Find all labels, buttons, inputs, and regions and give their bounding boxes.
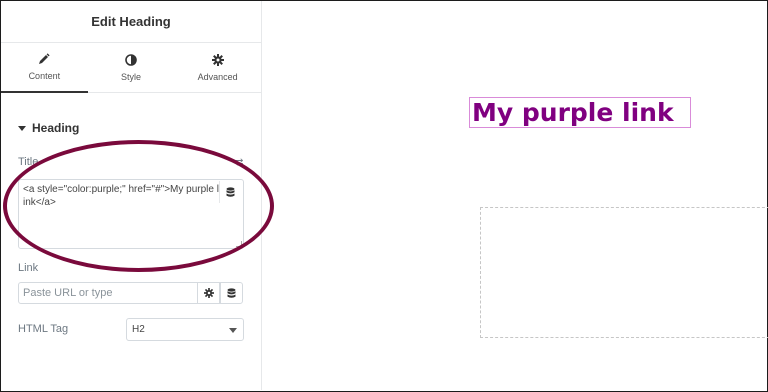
panel-title: Edit Heading [91,14,171,29]
html-tag-label: HTML Tag [18,323,69,335]
gear-icon [203,288,214,298]
empty-drop-zone[interactable] [480,207,768,338]
title-textarea[interactable]: <a style="color:purple;" href="#">My pur… [18,179,244,249]
tab-content-label: Content [28,71,61,81]
gear-icon [211,54,224,66]
panel-tabs: Content Style Advanced [1,43,261,93]
dynamic-data-button[interactable] [219,181,240,203]
url-input[interactable]: Paste URL or type [18,282,198,304]
title-textarea-value: <a style="color:purple;" href="#">My pur… [23,184,219,208]
html-tag-value: H2 [132,324,145,335]
link-field-label: Link [18,262,39,274]
caret-down-icon [18,125,26,131]
chevron-down-icon [229,328,237,333]
tab-advanced-label: Advanced [197,72,238,82]
database-icon [227,287,236,298]
resize-handle[interactable] [236,241,242,247]
pencil-icon [39,53,50,64]
tab-style[interactable]: Style [88,43,175,93]
tab-content[interactable]: Content [1,43,88,93]
section-heading-toggle[interactable]: Heading [18,121,79,135]
title-field-label: Title [18,156,39,168]
contrast-icon [125,54,137,66]
html-tag-select[interactable]: H2 [126,318,244,341]
link-options-button[interactable] [197,282,220,304]
dynamic-tags-icon[interactable]: ⇄ [235,157,243,168]
section-heading-label: Heading [32,121,80,135]
database-icon [226,186,234,197]
panel-header: Edit Heading [1,1,261,43]
tab-style-label: Style [121,72,142,82]
tab-advanced[interactable]: Advanced [174,43,261,93]
link-dynamic-button[interactable] [220,282,243,304]
preview-heading-link[interactable]: My purple link [469,97,691,128]
